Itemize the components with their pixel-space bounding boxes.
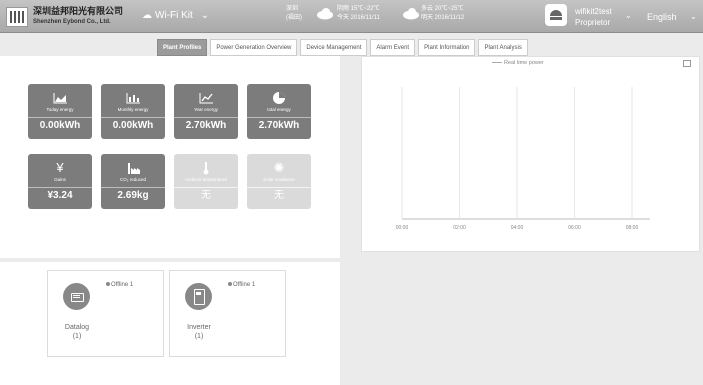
stat-tile-gains: ¥ Gains ¥3.24 (28, 154, 92, 209)
datalogger-icon (63, 283, 90, 310)
stat-value: 2.70kWh (174, 117, 238, 131)
device-status-text: Offline 1 (111, 282, 134, 288)
device-card-datalog[interactable]: Offline 1 Datalog (1) (47, 270, 164, 357)
device-count: (1) (194, 333, 204, 340)
offline-dot-icon (228, 282, 232, 286)
pie-chart-icon (247, 90, 311, 106)
device-count: (1) (72, 333, 82, 340)
weather-city: 深圳 (286, 6, 299, 12)
x-tick-label: 06:00 (568, 225, 581, 231)
x-tick-label: 08:00 (626, 225, 639, 231)
stat-value: 无 (247, 187, 311, 201)
device-name: Datalog (1) (48, 323, 106, 341)
energy-summary-panel: Today energy 0.00kWh Monthly energy 0.00… (0, 56, 340, 258)
wifi-icon: ☁ (142, 10, 152, 21)
yen-icon: ¥ (56, 160, 64, 175)
device-name: Inverter (1) (170, 323, 228, 341)
tab-plant-profiles[interactable]: Plant Profiles (157, 39, 208, 56)
top-header: 深圳益邦阳光有限公司 Shenzhen Eybond Co., Ltd. ☁ Wi… (0, 0, 703, 33)
device-status-text: Offline 1 (233, 282, 256, 288)
user-role: Proprietor (575, 18, 611, 27)
stat-label: Ambient temperature (184, 177, 228, 182)
user-chevron-down-icon[interactable]: ⌄ (625, 11, 632, 20)
stat-tile-solar-irradiance: ✺ Solar irradiance 无 (247, 154, 311, 209)
tab-alarm-event[interactable]: Alarm Event (370, 39, 416, 56)
line-chart-icon (174, 90, 238, 106)
tab-plant-information[interactable]: Plant Information (418, 39, 476, 56)
realtime-power-chart-panel: Real time power 00:00 02:00 04:00 06:00 08:0… (361, 56, 700, 252)
stat-label: Today energy (46, 107, 74, 112)
user-name: wifikit2test (575, 7, 612, 16)
main-tabs: Plant Profiles Power Generation Overview… (157, 39, 528, 56)
weather-tomorrow-date: 明天 2016/11/12 (421, 15, 465, 21)
device-card-inverter[interactable]: Offline 1 Inverter (1) (169, 270, 286, 357)
tab-power-generation-overview[interactable]: Power Generation Overview (210, 39, 298, 56)
tab-plant-analysis[interactable]: Plant Analysis (478, 39, 528, 56)
thermometer-icon (174, 160, 238, 176)
user-avatar-icon[interactable] (545, 4, 567, 26)
plant-selector[interactable]: ☁ Wi-Fi Kit ⌄ (142, 10, 209, 21)
inverter-icon (185, 283, 212, 310)
tab-device-management[interactable]: Device Management (300, 39, 368, 56)
weather-today: 阴雨 15℃~22℃ 今天 2016/11/11 (337, 5, 380, 23)
stat-label: Monthly energy (117, 107, 149, 112)
weather-district: (福田) (286, 15, 302, 21)
stat-label: Gains (54, 177, 66, 182)
stat-label: Solar irradiance (263, 177, 295, 182)
stat-value: 0.00kWh (28, 117, 92, 131)
weather-location: 深圳 (福田) (286, 5, 302, 23)
stat-tile-year-energy: Year energy 2.70kWh (174, 84, 238, 139)
x-tick-label: 02:00 (453, 225, 466, 231)
weather-tomorrow: 多云 20℃~25℃ 明天 2016/11/12 (421, 5, 464, 23)
company-name-cn: 深圳益邦阳光有限公司 (33, 7, 124, 17)
stat-tile-total-energy: total energy 2.70kWh (247, 84, 311, 139)
device-status: Offline 1 (228, 282, 255, 288)
stat-label: CO₂ reduced (119, 177, 146, 182)
weather-today-date: 今天 2016/11/11 (337, 15, 380, 21)
stat-value: 0.00kWh (101, 117, 165, 131)
device-name-text: Datalog (64, 324, 90, 331)
chevron-down-icon: ⌄ (200, 10, 210, 21)
factory-icon (101, 160, 165, 176)
stat-tile-monthly-energy: Monthly energy 0.00kWh (101, 84, 165, 139)
device-panel: Offline 1 Datalog (1) Offline 1 Inverter… (0, 262, 340, 385)
company-logo (6, 7, 28, 27)
area-chart-icon (28, 90, 92, 106)
stat-value: 无 (174, 187, 238, 201)
device-name-text: Inverter (187, 324, 211, 331)
user-menu[interactable]: wifikit2test Proprietor (575, 6, 612, 28)
rain-cloud-icon (317, 8, 333, 20)
stat-tile-today-energy: Today energy 0.00kWh (28, 84, 92, 139)
stat-value: ¥3.24 (28, 187, 92, 201)
cloud-icon (403, 8, 419, 20)
device-status: Offline 1 (106, 282, 133, 288)
stat-tile-co2-reduced: CO₂ reduced 2.69kg (101, 154, 165, 209)
weather-tomorrow-temp: 多云 20℃~25℃ (421, 6, 464, 12)
weather-today-temp: 阴雨 15℃~22℃ (337, 6, 380, 12)
company-name-en: Shenzhen Eybond Co., Ltd. (33, 19, 111, 25)
offline-dot-icon (106, 282, 110, 286)
language-selector[interactable]: English (647, 12, 677, 22)
stat-label: total energy (267, 107, 291, 112)
stat-label: Year energy (193, 107, 219, 112)
sun-icon: ✺ (273, 160, 285, 175)
bar-chart-icon (101, 90, 165, 106)
stat-value: 2.69kg (101, 187, 165, 201)
company-name: 深圳益邦阳光有限公司 Shenzhen Eybond Co., Ltd. (33, 7, 123, 27)
language-chevron-down-icon[interactable]: ⌄ (690, 12, 697, 21)
x-tick-label: 04:00 (511, 225, 524, 231)
stat-value: 2.70kWh (247, 117, 311, 131)
stat-tile-ambient-temperature: Ambient temperature 无 (174, 154, 238, 209)
plant-name: Wi-Fi Kit (155, 10, 193, 21)
x-tick-label: 00:00 (396, 225, 409, 231)
realtime-power-chart: 00:00 02:00 04:00 06:00 08:00 (396, 87, 650, 231)
